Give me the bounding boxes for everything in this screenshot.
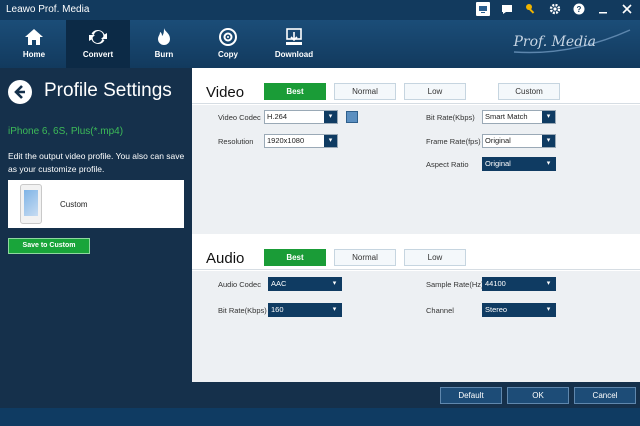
channel-value: Stereo [485, 305, 508, 314]
ok-button[interactable]: OK [507, 387, 569, 404]
video-codec-value: H.264 [267, 112, 288, 121]
video-bitrate-select[interactable]: Smart Match ▾ [482, 110, 556, 124]
audio-codec-select[interactable]: AAC ▾ [268, 277, 342, 291]
key-icon[interactable] [524, 2, 538, 16]
video-section: Video Best Normal Low Custom Video Codec… [192, 68, 640, 234]
audio-section-title: Audio [206, 250, 245, 267]
chevron-down-icon: ▾ [542, 278, 555, 290]
back-arrow-icon [14, 85, 25, 99]
toolbar-home-button[interactable]: Home [2, 20, 66, 68]
toolbar-convert-button[interactable]: Convert [66, 20, 130, 68]
video-bitrate-value: Smart Match [485, 112, 528, 121]
resolution-label: Resolution [218, 137, 254, 146]
channel-label: Channel [426, 306, 454, 315]
toolbar-copy-button[interactable]: Copy [196, 20, 260, 68]
audio-section: Audio Best Normal Low Audio Codec AAC ▾ B… [192, 234, 640, 382]
toolbar-copy-label: Copy [218, 50, 238, 59]
chevron-down-icon: ▾ [542, 158, 555, 170]
frame-rate-label: Frame Rate(fps) [426, 137, 481, 146]
back-button[interactable] [8, 80, 32, 104]
custom-profile-label: Custom [60, 200, 88, 209]
save-to-custom-button[interactable]: Save to Custom [8, 238, 90, 254]
dialog-footer: Default OK Cancel [192, 382, 640, 408]
toolbar-burn-button[interactable]: Burn [132, 20, 196, 68]
title-bar: Leawo Prof. Media ? [0, 0, 640, 20]
status-bar [0, 408, 640, 426]
phone-thumbnail-icon [20, 184, 42, 224]
sample-rate-select[interactable]: 44100 ▾ [482, 277, 556, 291]
burn-icon [158, 28, 170, 45]
home-icon [25, 29, 43, 45]
video-section-title: Video [206, 84, 245, 101]
audio-quality-low-button[interactable]: Low [404, 249, 466, 266]
cancel-button[interactable]: Cancel [574, 387, 636, 404]
video-section-header: Video Best Normal Low Custom [192, 68, 640, 104]
chevron-down-icon: ▾ [324, 135, 337, 147]
codec-settings-icon[interactable] [346, 111, 358, 123]
video-codec-select[interactable]: H.264 ▾ [264, 110, 338, 124]
profile-description: Edit the output video profile. You also … [8, 151, 185, 174]
video-quality-normal-button[interactable]: Normal [334, 83, 396, 100]
audio-codec-value: AAC [271, 279, 287, 288]
profile-sidebar: Profile Settings iPhone 6, 6S, Plus(*.mp… [0, 68, 192, 408]
audio-bitrate-label: Bit Rate(Kbps) [218, 306, 267, 315]
chevron-down-icon: ▾ [324, 111, 337, 123]
minimize-icon[interactable] [596, 2, 610, 16]
close-icon[interactable] [620, 2, 634, 16]
svg-text:?: ? [577, 5, 582, 14]
aspect-ratio-label: Aspect Ratio [426, 160, 469, 169]
toolbar-burn-label: Burn [154, 50, 174, 59]
help-icon[interactable]: ? [572, 2, 586, 16]
window-title: Leawo Prof. Media [6, 4, 90, 15]
chevron-down-icon: ▾ [328, 278, 341, 290]
audio-section-header: Audio Best Normal Low [192, 234, 640, 270]
copy-icon [219, 28, 237, 46]
video-settings-body: Video Codec H.264 ▾ Resolution 1920x1080 ▾… [192, 105, 640, 234]
chevron-down-icon: ▾ [542, 135, 555, 147]
computer-icon[interactable] [476, 2, 490, 16]
toolbar-convert-label: Convert [82, 50, 114, 59]
chevron-down-icon: ▾ [542, 304, 555, 316]
resolution-select[interactable]: 1920x1080 ▾ [264, 134, 338, 148]
gear-icon[interactable] [548, 2, 562, 16]
video-quality-best-button[interactable]: Best [264, 83, 326, 100]
brand-logo-text: Prof. Media [513, 34, 596, 50]
toolbar-home-label: Home [22, 50, 46, 59]
audio-bitrate-select[interactable]: 160 ▾ [268, 303, 342, 317]
video-quality-custom-button[interactable]: Custom [498, 83, 560, 100]
audio-bitrate-value: 160 [271, 305, 284, 314]
sample-rate-label: Sample Rate(Hz) [426, 280, 484, 289]
chevron-down-icon: ▾ [328, 304, 341, 316]
aspect-ratio-select[interactable]: Original ▾ [482, 157, 556, 171]
audio-quality-best-button[interactable]: Best [264, 249, 326, 266]
frame-rate-value: Original [485, 136, 511, 145]
resolution-value: 1920x1080 [267, 136, 305, 145]
audio-quality-normal-button[interactable]: Normal [334, 249, 396, 266]
device-profile-name: iPhone 6, 6S, Plus(*.mp4) [8, 126, 124, 137]
video-codec-label: Video Codec [218, 113, 261, 122]
title-bar-icons: ? [476, 2, 634, 16]
audio-codec-label: Audio Codec [218, 280, 261, 289]
video-bitrate-label: Bit Rate(Kbps) [426, 113, 475, 122]
main-toolbar: Home Convert Burn Copy Download Prof. Me… [0, 20, 640, 68]
chevron-down-icon: ▾ [542, 111, 555, 123]
video-quality-low-button[interactable]: Low [404, 83, 466, 100]
audio-settings-body: Audio Codec AAC ▾ Bit Rate(Kbps) 160 ▾ Sam… [192, 271, 640, 382]
download-icon [286, 28, 302, 45]
toolbar-download-button[interactable]: Download [262, 20, 326, 68]
convert-icon [89, 29, 107, 45]
custom-profile-item[interactable]: Custom [8, 180, 184, 228]
channel-select[interactable]: Stereo ▾ [482, 303, 556, 317]
settings-panel: Video Best Normal Low Custom Video Codec… [192, 68, 640, 408]
page-title: Profile Settings [44, 80, 172, 101]
frame-rate-select[interactable]: Original ▾ [482, 134, 556, 148]
default-button[interactable]: Default [440, 387, 502, 404]
message-icon[interactable] [500, 2, 514, 16]
aspect-ratio-value: Original [485, 159, 511, 168]
toolbar-download-label: Download [274, 50, 314, 59]
sample-rate-value: 44100 [485, 279, 506, 288]
